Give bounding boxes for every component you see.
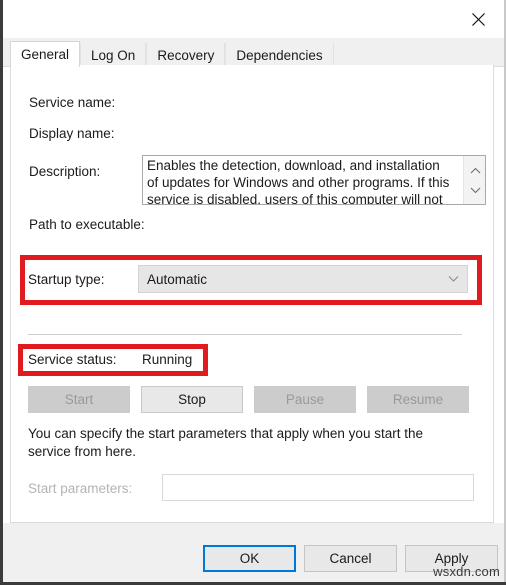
startup-type-dropdown[interactable]: Automatic: [138, 265, 468, 293]
close-icon: [471, 12, 485, 26]
description-textarea[interactable]: Enables the detection, download, and ins…: [142, 155, 486, 205]
pause-button[interactable]: Pause: [254, 386, 356, 413]
service-name-label: Service name:: [29, 95, 116, 110]
tab-general-label: General: [21, 47, 70, 62]
dialog-footer: OK Cancel Apply: [3, 523, 504, 582]
ok-button[interactable]: OK: [203, 545, 296, 572]
start-parameters-input[interactable]: [162, 474, 474, 501]
section-divider: [28, 334, 462, 335]
description-scrollbar[interactable]: [463, 156, 485, 204]
window-border-left: [0, 0, 3, 585]
title-bar: [3, 0, 504, 38]
scroll-down-button[interactable]: [464, 180, 485, 200]
tab-log-on[interactable]: Log On: [80, 43, 147, 67]
watermark: wsxdn.com: [433, 564, 500, 579]
ok-button-label: OK: [239, 551, 260, 566]
service-status-label: Service status:: [28, 352, 117, 367]
service-properties-dialog: General Log On Recovery Dependencies Ser…: [0, 0, 506, 585]
scroll-up-button[interactable]: [464, 160, 485, 180]
start-parameters-hint: You can specify the start parameters tha…: [28, 426, 423, 459]
path-to-executable-label: Path to executable:: [29, 217, 145, 232]
cancel-button-label: Cancel: [329, 551, 372, 566]
service-status-value: Running: [142, 352, 193, 367]
tab-strip: General Log On Recovery Dependencies: [3, 38, 504, 67]
startup-type-label: Startup type:: [28, 272, 105, 287]
stop-button[interactable]: Stop: [141, 386, 243, 413]
tab-recovery-label: Recovery: [157, 47, 215, 63]
display-name-label: Display name:: [29, 126, 115, 141]
resume-button-label: Resume: [392, 392, 444, 407]
start-button[interactable]: Start: [28, 386, 130, 413]
startup-type-value: Automatic: [147, 271, 208, 287]
tab-recovery[interactable]: Recovery: [146, 43, 226, 67]
tab-log-on-label: Log On: [91, 47, 136, 63]
cancel-button[interactable]: Cancel: [304, 545, 397, 572]
close-button[interactable]: [461, 5, 495, 33]
description-label: Description:: [29, 164, 101, 179]
stop-button-label: Stop: [178, 392, 206, 407]
description-text: Enables the detection, download, and ins…: [147, 158, 450, 205]
tab-dependencies-label: Dependencies: [236, 47, 323, 63]
chevron-down-icon: [470, 187, 480, 193]
chevron-down-icon: [448, 276, 459, 283]
tab-general[interactable]: General: [10, 41, 81, 67]
chevron-up-icon: [470, 167, 480, 173]
pause-button-label: Pause: [285, 392, 325, 407]
start-parameters-label: Start parameters:: [28, 481, 133, 496]
tab-dependencies[interactable]: Dependencies: [225, 43, 334, 67]
resume-button[interactable]: Resume: [367, 386, 469, 413]
start-button-label: Start: [64, 392, 94, 407]
